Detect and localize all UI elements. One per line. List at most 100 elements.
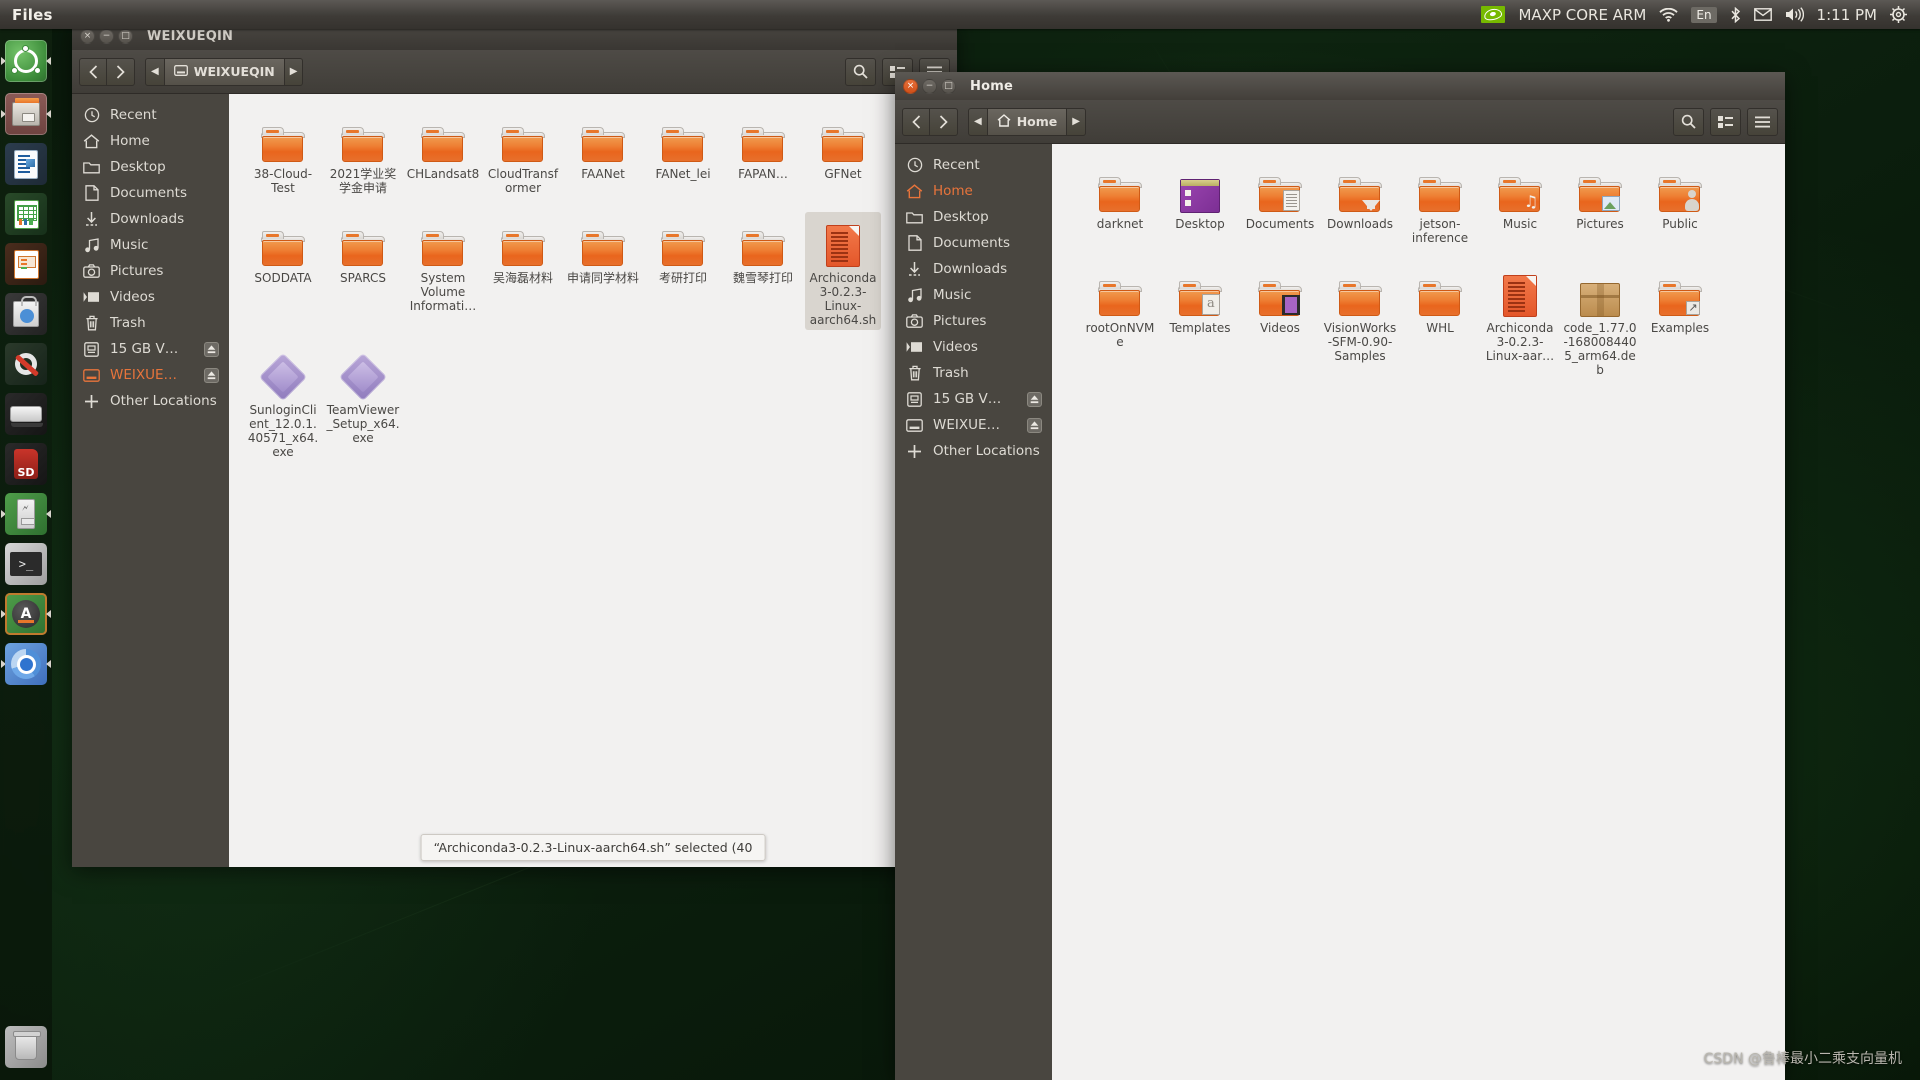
- launcher-item-usb-drive[interactable]: [0, 489, 52, 539]
- sidebar-item-documents[interactable]: Documents: [895, 230, 1052, 256]
- launcher-item-files[interactable]: [0, 89, 52, 139]
- titlebar-home[interactable]: × − □ Home: [895, 72, 1785, 100]
- minimize-button-home[interactable]: −: [922, 78, 937, 94]
- maximize-button-weixueqin[interactable]: □: [118, 28, 133, 44]
- file-item[interactable]: code_1.77.0-1680084405_arm64.deb: [1562, 262, 1638, 380]
- path-button-weixueqin[interactable]: WEIXUEQIN: [164, 57, 285, 86]
- nvidia-indicator-label[interactable]: MAXP CORE ARM: [1518, 6, 1646, 24]
- file-item[interactable]: 考研打印: [645, 212, 721, 330]
- eject-icon[interactable]: [1027, 391, 1042, 407]
- file-item[interactable]: 2021学业奖学金申请: [325, 108, 401, 198]
- sidebar-item-trash[interactable]: Trash: [895, 360, 1052, 386]
- launcher-item-libreoffice-impress[interactable]: [0, 239, 52, 289]
- sidebar-item-15-gb-v[interactable]: 15 GB V…: [895, 386, 1052, 412]
- sidebar-item-pictures[interactable]: Pictures: [895, 308, 1052, 334]
- path-button-home[interactable]: Home: [987, 107, 1068, 136]
- sidebar-item-weixue[interactable]: WEIXUE…: [72, 362, 229, 388]
- file-item[interactable]: Downloads: [1322, 158, 1398, 248]
- file-item[interactable]: SPARCS: [325, 212, 401, 330]
- volume-icon[interactable]: [1785, 7, 1804, 22]
- search-button-weixueqin[interactable]: [845, 57, 876, 86]
- sidebar-item-recent[interactable]: Recent: [895, 152, 1052, 178]
- file-item[interactable]: rootOnNVMe: [1082, 262, 1158, 380]
- sidebar-item-videos[interactable]: Videos: [895, 334, 1052, 360]
- launcher-item-libreoffice-calc[interactable]: [0, 189, 52, 239]
- file-item[interactable]: 魏雪琴打印: [725, 212, 801, 330]
- menu-button-home[interactable]: [1747, 107, 1778, 136]
- launcher-item-chromium[interactable]: [0, 639, 52, 689]
- forward-button-home[interactable]: [930, 107, 958, 136]
- file-item[interactable]: FANet_lei: [645, 108, 721, 198]
- sidebar-item-other-locations[interactable]: Other Locations: [72, 388, 229, 414]
- launcher-item-terminal[interactable]: >_: [0, 539, 52, 589]
- sidebar-item-desktop[interactable]: Desktop: [72, 154, 229, 180]
- file-item[interactable]: ↗ Examples: [1642, 262, 1718, 380]
- window-home[interactable]: × − □ Home ◀ Home ▶ Recent Home Desktop …: [895, 72, 1785, 1080]
- sidebar-item-home[interactable]: Home: [895, 178, 1052, 204]
- launcher-item-disk-drive[interactable]: [0, 389, 52, 439]
- sidebar-item-pictures[interactable]: Pictures: [72, 258, 229, 284]
- view-toggle-home[interactable]: [1710, 107, 1741, 136]
- file-item[interactable]: SODDATA: [245, 212, 321, 330]
- nvidia-logo-icon[interactable]: [1481, 6, 1506, 23]
- file-item[interactable]: TeamViewer_Setup_x64.exe: [325, 344, 401, 462]
- path-next-button-home[interactable]: ▶: [1067, 107, 1086, 136]
- file-item[interactable]: 38-Cloud-Test: [245, 108, 321, 198]
- eject-icon[interactable]: [204, 341, 219, 357]
- keyboard-layout-indicator[interactable]: En: [1691, 6, 1717, 23]
- launcher-item-libreoffice-writer[interactable]: [0, 139, 52, 189]
- file-item[interactable]: Desktop: [1162, 158, 1238, 248]
- sidebar-item-downloads[interactable]: Downloads: [895, 256, 1052, 282]
- file-item[interactable]: jetson-inference: [1402, 158, 1478, 248]
- sidebar-item-downloads[interactable]: Downloads: [72, 206, 229, 232]
- file-item[interactable]: FAANet: [565, 108, 641, 198]
- file-item[interactable]: 申请同学材料: [565, 212, 641, 330]
- sidebar-item-weixue[interactable]: WEIXUE…: [895, 412, 1052, 438]
- launcher-item-system-settings[interactable]: [0, 339, 52, 389]
- file-item[interactable]: Archiconda3-0.2.3-Linux-aarch64.sh: [805, 212, 881, 330]
- sidebar-item-recent[interactable]: Recent: [72, 102, 229, 128]
- wifi-icon[interactable]: [1659, 7, 1678, 22]
- sidebar-item-other-locations[interactable]: Other Locations: [895, 438, 1052, 464]
- file-item[interactable]: darknet: [1082, 158, 1158, 248]
- sidebar-item-desktop[interactable]: Desktop: [895, 204, 1052, 230]
- file-item[interactable]: Archiconda3-0.2.3-Linux-aar…: [1482, 262, 1558, 380]
- back-button-weixueqin[interactable]: [79, 57, 107, 86]
- file-item[interactable]: CloudTransformer: [485, 108, 561, 198]
- path-prev-button-weixueqin[interactable]: ◀: [145, 57, 165, 86]
- file-area-weixueqin[interactable]: 38-Cloud-Test 2021学业奖学金申请 CHLandsat8 CloudT…: [229, 94, 957, 867]
- sidebar-item-videos[interactable]: Videos: [72, 284, 229, 310]
- sidebar-item-trash[interactable]: Trash: [72, 310, 229, 336]
- path-next-button-weixueqin[interactable]: ▶: [284, 57, 304, 86]
- file-item[interactable]: SunloginClient_12.0.1.40571_x64.exe: [245, 344, 321, 462]
- sidebar-item-home[interactable]: Home: [72, 128, 229, 154]
- sidebar-item-music[interactable]: Music: [895, 282, 1052, 308]
- file-item[interactable]: Videos: [1242, 262, 1318, 380]
- file-item[interactable]: FAPAN…: [725, 108, 801, 198]
- eject-icon[interactable]: [1027, 417, 1042, 433]
- sidebar-item-documents[interactable]: Documents: [72, 180, 229, 206]
- eject-icon[interactable]: [204, 367, 219, 383]
- file-item[interactable]: ♫ Music: [1482, 158, 1558, 248]
- file-item[interactable]: VisionWorks-SFM-0.90-Samples: [1322, 262, 1398, 380]
- sidebar-item-music[interactable]: Music: [72, 232, 229, 258]
- file-item[interactable]: GFNet: [805, 108, 881, 198]
- file-item[interactable]: Pictures: [1562, 158, 1638, 248]
- file-item[interactable]: CHLandsat8: [405, 108, 481, 198]
- launcher-item-ubuntu-dash[interactable]: [0, 33, 52, 89]
- panel-app-title[interactable]: Files: [12, 6, 53, 24]
- file-item[interactable]: Public: [1642, 158, 1718, 248]
- search-button-home[interactable]: [1673, 107, 1704, 136]
- clock[interactable]: 1:11 PM: [1817, 6, 1877, 24]
- close-button-weixueqin[interactable]: ×: [80, 28, 95, 44]
- launcher-item-ubuntu-software[interactable]: [0, 289, 52, 339]
- launcher-item-sd-card[interactable]: SD: [0, 439, 52, 489]
- launcher-item-trash[interactable]: [0, 1022, 52, 1072]
- maximize-button-home[interactable]: □: [941, 78, 956, 94]
- file-item[interactable]: System Volume Informati…: [405, 212, 481, 330]
- file-area-home[interactable]: darknet Desktop Documents Downloads jetson-i…: [1052, 144, 1785, 1080]
- forward-button-weixueqin[interactable]: [107, 57, 135, 86]
- envelope-icon[interactable]: [1753, 8, 1772, 21]
- bluetooth-icon[interactable]: [1730, 6, 1741, 23]
- window-weixueqin[interactable]: × − □ WEIXUEQIN ◀ WEIXUEQIN ▶ Recent Hom…: [72, 22, 957, 867]
